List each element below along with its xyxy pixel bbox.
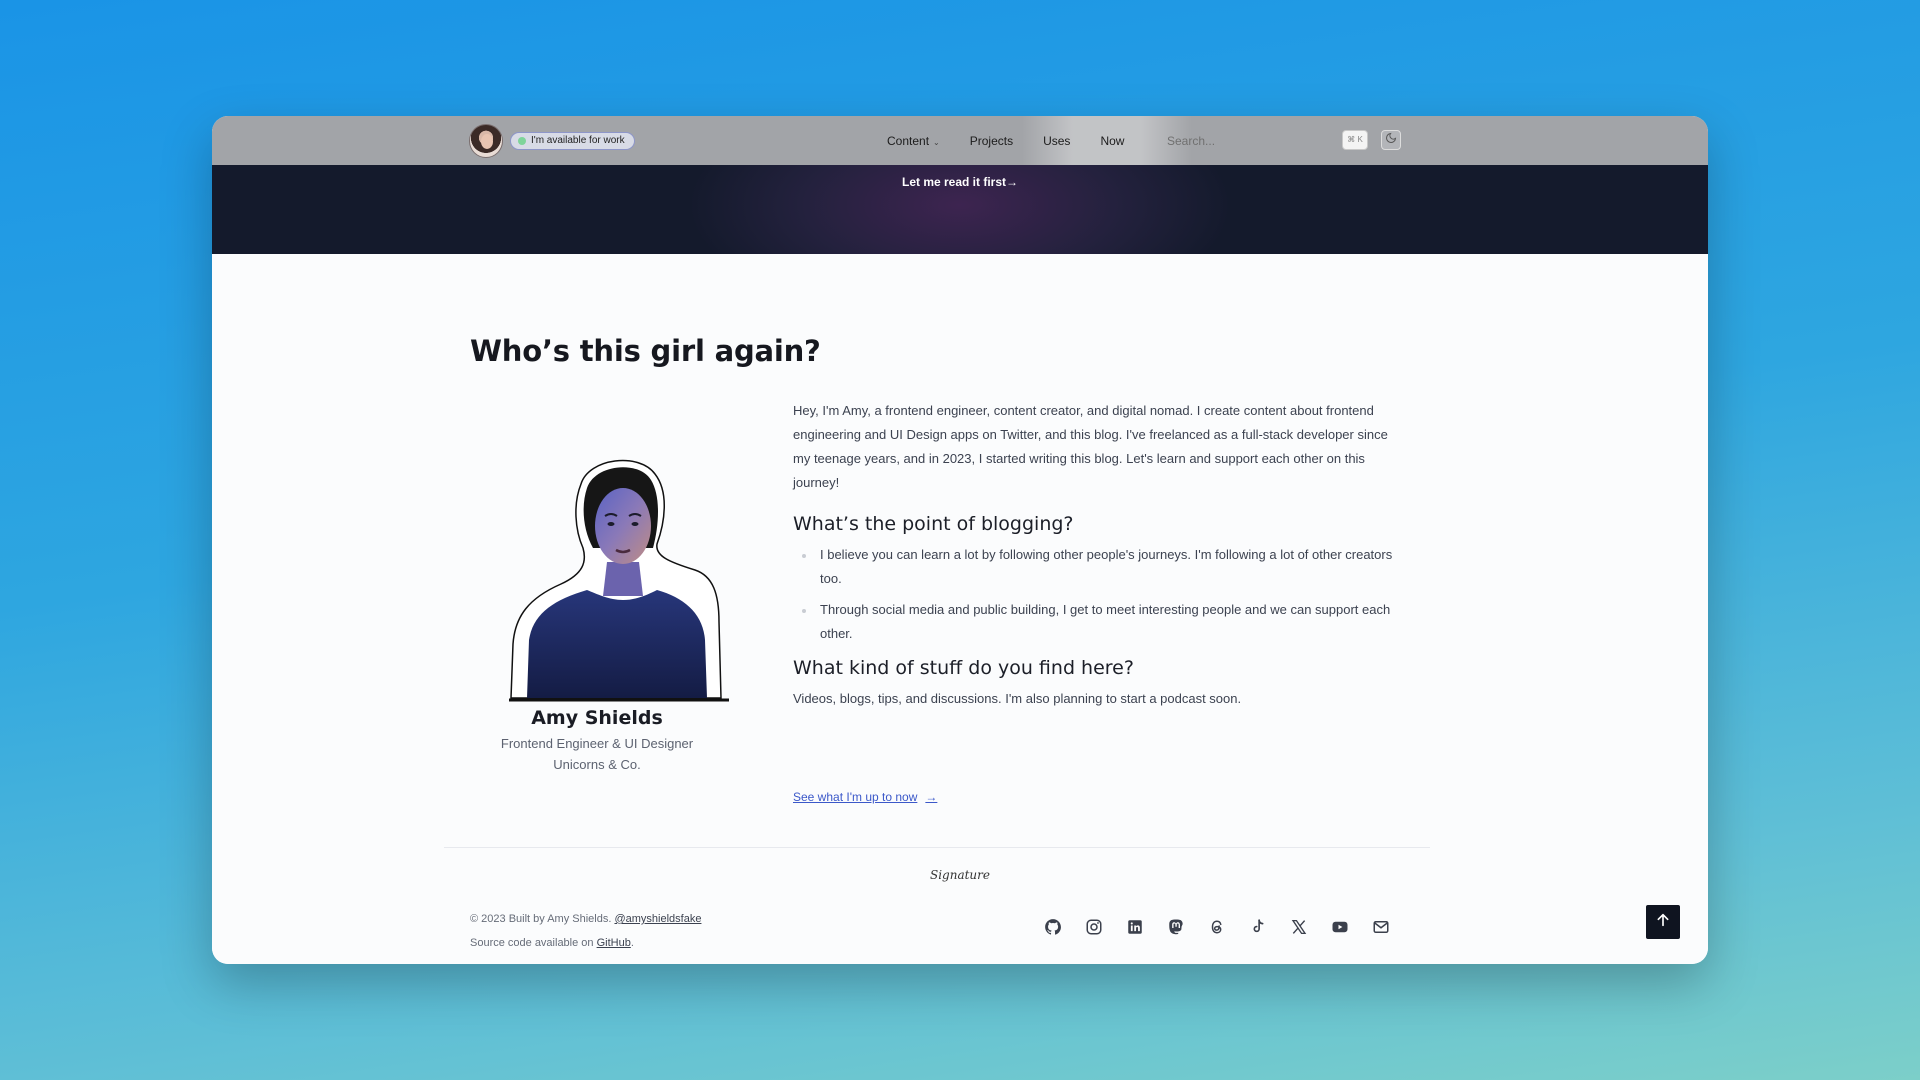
youtube-icon[interactable] [1330, 917, 1350, 937]
nav-link-uses[interactable]: Uses [1043, 134, 1070, 148]
section-heading-blogging: What’s the point of blogging? [793, 513, 1074, 535]
browser-window: I'm available for work Content ⌄ Projects… [212, 116, 1708, 964]
nav-link-label: Uses [1043, 133, 1071, 148]
tiktok-icon[interactable] [1248, 917, 1268, 937]
profile-company: Unicorns & Co. [553, 757, 641, 772]
social-links [1043, 917, 1412, 937]
top-navigation: I'm available for work Content ⌄ Projects… [212, 116, 1708, 165]
nav-link-label: Content [887, 133, 930, 148]
search-input[interactable] [1167, 132, 1287, 150]
search-shortcut-badge[interactable]: ⌘ K [1342, 130, 1368, 150]
read-first-link[interactable]: Let me read it first→ [212, 175, 1708, 189]
nav-link-content[interactable]: Content ⌄ [887, 134, 940, 148]
footer-copyright: © 2023 Built by Amy Shields. @amyshields… [470, 907, 701, 955]
now-page-link[interactable]: See what I'm up to now → [793, 790, 937, 804]
instagram-icon[interactable] [1084, 917, 1104, 937]
read-first-label: Let me read it first [901, 175, 1007, 189]
nav-link-now[interactable]: Now [1100, 134, 1124, 148]
nav-link-projects[interactable]: Projects [970, 134, 1013, 148]
source-code-text: Source code available on [470, 937, 594, 949]
nav-links: Content ⌄ Projects Uses Now [887, 116, 1154, 165]
linkedin-icon[interactable] [1125, 917, 1145, 937]
back-to-top-button[interactable] [1646, 905, 1680, 939]
x-icon[interactable] [1289, 917, 1309, 937]
intro-paragraph: Hey, I'm Amy, a frontend engineer, conte… [793, 403, 1388, 490]
availability-badge[interactable]: I'm available for work [510, 132, 635, 150]
avatar[interactable] [469, 124, 503, 158]
hero-banner: Let me read it first→ [212, 165, 1708, 254]
arrow-right-icon: → [1006, 175, 1019, 189]
arrow-up-icon [1655, 912, 1671, 933]
theme-toggle-button[interactable] [1381, 130, 1401, 150]
nav-link-label: Now [1100, 133, 1125, 148]
profile-role: Frontend Engineer & UI Designer [500, 736, 694, 751]
page-title: Who’s this girl again? [470, 334, 821, 368]
list-item: Through social media and public building… [793, 598, 1393, 646]
availability-label: I'm available for work [531, 135, 625, 146]
now-link-label: See what I'm up to now [793, 790, 918, 804]
mail-icon[interactable] [1371, 917, 1391, 937]
footer-divider [444, 847, 1430, 848]
status-dot-icon [518, 137, 526, 145]
section-heading-content: What kind of stuff do you find here? [793, 657, 1134, 679]
source-suffix: . [630, 937, 634, 949]
arrow-right-icon: → [925, 790, 938, 804]
mastodon-icon[interactable] [1166, 917, 1186, 937]
moon-icon [1385, 131, 1397, 149]
blogging-reasons-list: I believe you can learn a lot by followi… [793, 543, 1393, 646]
github-icon[interactable] [1043, 917, 1063, 937]
chevron-down-icon: ⌄ [933, 137, 940, 147]
about-content: Hey, I'm Amy, a frontend engineer, conte… [793, 399, 1393, 711]
github-source-link[interactable]: GitHub [597, 937, 631, 949]
avatar-face [481, 134, 493, 149]
twitter-handle-link[interactable]: @amyshieldsfake [614, 913, 701, 925]
nav-link-label: Projects [969, 133, 1014, 148]
list-item: I believe you can learn a lot by followi… [793, 543, 1393, 591]
content-paragraph: Videos, blogs, tips, and discussions. I'… [793, 691, 1242, 706]
profile-name: Amy Shields [531, 707, 663, 729]
copyright-text: © 2023 Built by Amy Shields. [470, 913, 612, 925]
signature: Signature [929, 868, 990, 882]
threads-icon[interactable] [1207, 917, 1227, 937]
profile-photo [489, 444, 749, 704]
